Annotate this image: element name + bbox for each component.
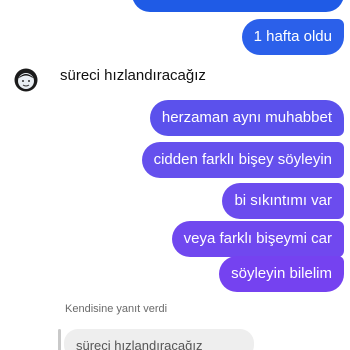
sent-message-text: bi sıkıntımı var: [234, 192, 332, 209]
sent-message-bubble[interactable]: cidden farklı bişey söyleyin: [141, 142, 344, 178]
sent-message-bubble[interactable]: bi sıkıntımı var: [222, 183, 344, 219]
reply-label: Kendisine yanıt verdi: [65, 303, 168, 315]
sent-message-bubble[interactable]: herzaman aynı muhabbet: [149, 100, 344, 136]
face-avatar-icon[interactable]: [14, 68, 38, 92]
chat-screen: 1 hafta oldu süreci hızlandıracağız herz…: [0, 0, 350, 350]
previous-sent-bubble[interactable]: [132, 0, 344, 12]
sent-message-text: herzaman aynı muhabbet: [161, 109, 332, 126]
received-message-text[interactable]: süreci hızlandıracağız: [60, 65, 206, 87]
sent-message-text: söyleyin bilelim: [231, 265, 332, 282]
reply-quoted-message[interactable]: süreci hızlandıracağız: [64, 329, 254, 350]
reply-quote-bar: [58, 329, 61, 350]
sent-message-bubble[interactable]: söyleyin bilelim: [219, 256, 344, 292]
reply-quoted-text: süreci hızlandıracağız: [76, 338, 203, 350]
sent-message-text: cidden farklı bişey söyleyin: [153, 151, 332, 168]
sent-message-text: 1 hafta oldu: [253, 28, 332, 45]
sent-message-bubble[interactable]: veya farklı bişeymi car: [171, 221, 344, 257]
sent-message-text: veya farklı bişeymi car: [183, 230, 332, 247]
sent-message-bubble[interactable]: 1 hafta oldu: [241, 19, 344, 55]
